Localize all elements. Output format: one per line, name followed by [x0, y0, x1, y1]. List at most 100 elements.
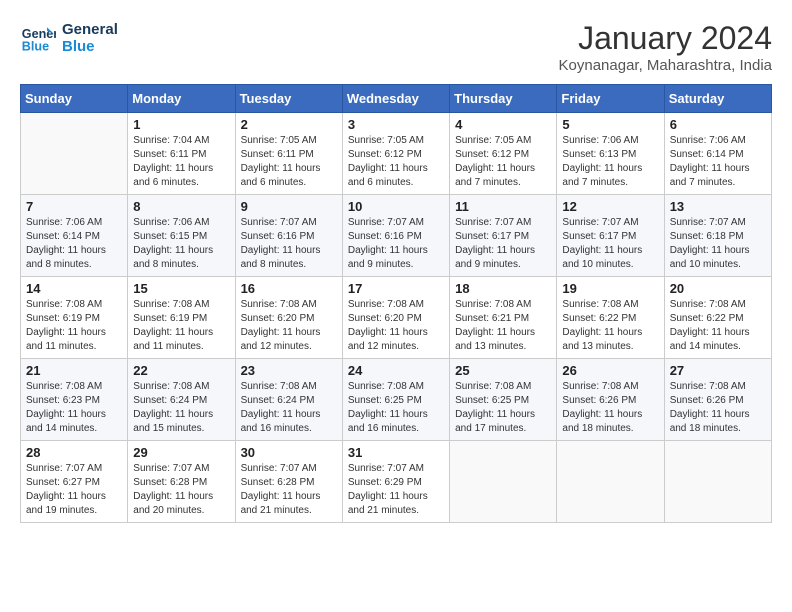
day-number: 13: [670, 199, 766, 214]
day-number: 16: [241, 281, 337, 296]
day-info: Sunrise: 7:07 AM Sunset: 6:18 PM Dayligh…: [670, 216, 766, 272]
calendar-cell: 21 Sunrise: 7:08 AM Sunset: 6:23 PM Dayli…: [21, 359, 128, 441]
calendar-week-row: 1Sunrise: 7:04 AM Sunset: 6:11 PM Daylig…: [21, 113, 772, 195]
calendar-cell: [450, 441, 557, 523]
day-info: Sunrise: 7:06 AM Sunset: 6:14 PM Dayligh…: [26, 216, 122, 272]
day-info: Sunrise: 7:08 AM Sunset: 6:26 PM Dayligh…: [562, 380, 658, 436]
calendar-body: 1Sunrise: 7:04 AM Sunset: 6:11 PM Daylig…: [21, 113, 772, 523]
day-info: Sunrise: 7:07 AM Sunset: 6:27 PM Dayligh…: [26, 462, 122, 518]
calendar-week-row: 14Sunrise: 7:08 AM Sunset: 6:19 PM Dayli…: [21, 277, 772, 359]
day-info: Sunrise: 7:06 AM Sunset: 6:13 PM Dayligh…: [562, 134, 658, 190]
day-info: Sunrise: 7:08 AM Sunset: 6:22 PM Dayligh…: [670, 298, 766, 354]
day-info: Sunrise: 7:08 AM Sunset: 6:26 PM Dayligh…: [670, 380, 766, 436]
day-info: Sunrise: 7:06 AM Sunset: 6:14 PM Dayligh…: [670, 134, 766, 190]
calendar-cell: [664, 441, 771, 523]
day-number: 27: [670, 363, 766, 378]
day-number: 3: [348, 117, 444, 132]
calendar-cell: [557, 441, 664, 523]
calendar-cell: 27 Sunrise: 7:08 AM Sunset: 6:26 PM Dayli…: [664, 359, 771, 441]
day-number: 22: [133, 363, 229, 378]
weekday-header: Saturday: [664, 85, 771, 113]
weekday-header: Tuesday: [235, 85, 342, 113]
day-info: Sunrise: 7:07 AM Sunset: 6:28 PM Dayligh…: [133, 462, 229, 518]
day-number: 10: [348, 199, 444, 214]
day-number: 24: [348, 363, 444, 378]
day-number: 30: [241, 445, 337, 460]
weekday-header: Wednesday: [342, 85, 449, 113]
calendar-cell: 15Sunrise: 7:08 AM Sunset: 6:19 PM Dayli…: [128, 277, 235, 359]
calendar-cell: 11 Sunrise: 7:07 AM Sunset: 6:17 PM Dayli…: [450, 195, 557, 277]
logo-text-general: General: [62, 21, 118, 38]
day-info: Sunrise: 7:05 AM Sunset: 6:12 PM Dayligh…: [348, 134, 444, 190]
calendar-cell: 18Sunrise: 7:08 AM Sunset: 6:21 PM Dayli…: [450, 277, 557, 359]
calendar-cell: 13 Sunrise: 7:07 AM Sunset: 6:18 PM Dayli…: [664, 195, 771, 277]
calendar-cell: 2 Sunrise: 7:05 AM Sunset: 6:11 PM Daylig…: [235, 113, 342, 195]
calendar-week-row: 7 Sunrise: 7:06 AM Sunset: 6:14 PM Daylig…: [21, 195, 772, 277]
day-number: 29: [133, 445, 229, 460]
calendar-cell: 16 Sunrise: 7:08 AM Sunset: 6:20 PM Dayli…: [235, 277, 342, 359]
day-number: 12: [562, 199, 658, 214]
calendar-table: SundayMondayTuesdayWednesdayThursdayFrid…: [20, 84, 772, 523]
day-number: 5: [562, 117, 658, 132]
weekday-header: Thursday: [450, 85, 557, 113]
calendar-cell: 7 Sunrise: 7:06 AM Sunset: 6:14 PM Daylig…: [21, 195, 128, 277]
day-number: 11: [455, 199, 551, 214]
day-number: 23: [241, 363, 337, 378]
calendar-header: SundayMondayTuesdayWednesdayThursdayFrid…: [21, 85, 772, 113]
title-block: January 2024 Koynanagar, Maharashtra, In…: [559, 20, 772, 74]
day-number: 20: [670, 281, 766, 296]
calendar-cell: 23 Sunrise: 7:08 AM Sunset: 6:24 PM Dayli…: [235, 359, 342, 441]
calendar-cell: 19Sunrise: 7:08 AM Sunset: 6:22 PM Dayli…: [557, 277, 664, 359]
calendar-cell: 12 Sunrise: 7:07 AM Sunset: 6:17 PM Dayli…: [557, 195, 664, 277]
day-number: 4: [455, 117, 551, 132]
day-info: Sunrise: 7:08 AM Sunset: 6:20 PM Dayligh…: [348, 298, 444, 354]
day-number: 2: [241, 117, 337, 132]
calendar-title: January 2024: [559, 20, 772, 57]
day-info: Sunrise: 7:08 AM Sunset: 6:22 PM Dayligh…: [562, 298, 658, 354]
calendar-cell: [21, 113, 128, 195]
day-number: 18: [455, 281, 551, 296]
day-number: 21: [26, 363, 122, 378]
day-info: Sunrise: 7:04 AM Sunset: 6:11 PM Dayligh…: [133, 134, 229, 190]
day-info: Sunrise: 7:08 AM Sunset: 6:25 PM Dayligh…: [348, 380, 444, 436]
day-info: Sunrise: 7:07 AM Sunset: 6:17 PM Dayligh…: [562, 216, 658, 272]
svg-text:Blue: Blue: [22, 40, 49, 54]
calendar-cell: 10 Sunrise: 7:07 AM Sunset: 6:16 PM Dayli…: [342, 195, 449, 277]
page-header: General Blue General Blue January 2024 K…: [20, 20, 772, 74]
calendar-cell: 31Sunrise: 7:07 AM Sunset: 6:29 PM Dayli…: [342, 441, 449, 523]
logo-icon: General Blue: [20, 20, 56, 56]
day-number: 17: [348, 281, 444, 296]
day-info: Sunrise: 7:08 AM Sunset: 6:24 PM Dayligh…: [133, 380, 229, 436]
calendar-cell: 8Sunrise: 7:06 AM Sunset: 6:15 PM Daylig…: [128, 195, 235, 277]
day-info: Sunrise: 7:08 AM Sunset: 6:24 PM Dayligh…: [241, 380, 337, 436]
calendar-cell: 29 Sunrise: 7:07 AM Sunset: 6:28 PM Dayli…: [128, 441, 235, 523]
header-row: SundayMondayTuesdayWednesdayThursdayFrid…: [21, 85, 772, 113]
calendar-cell: 25 Sunrise: 7:08 AM Sunset: 6:25 PM Dayli…: [450, 359, 557, 441]
day-info: Sunrise: 7:08 AM Sunset: 6:25 PM Dayligh…: [455, 380, 551, 436]
day-number: 15: [133, 281, 229, 296]
day-info: Sunrise: 7:05 AM Sunset: 6:11 PM Dayligh…: [241, 134, 337, 190]
day-info: Sunrise: 7:08 AM Sunset: 6:23 PM Dayligh…: [26, 380, 122, 436]
calendar-cell: 17 Sunrise: 7:08 AM Sunset: 6:20 PM Dayli…: [342, 277, 449, 359]
day-info: Sunrise: 7:08 AM Sunset: 6:20 PM Dayligh…: [241, 298, 337, 354]
day-number: 26: [562, 363, 658, 378]
day-number: 6: [670, 117, 766, 132]
calendar-week-row: 21 Sunrise: 7:08 AM Sunset: 6:23 PM Dayli…: [21, 359, 772, 441]
calendar-cell: 26 Sunrise: 7:08 AM Sunset: 6:26 PM Dayli…: [557, 359, 664, 441]
day-info: Sunrise: 7:07 AM Sunset: 6:16 PM Dayligh…: [348, 216, 444, 272]
day-info: Sunrise: 7:07 AM Sunset: 6:28 PM Dayligh…: [241, 462, 337, 518]
day-number: 25: [455, 363, 551, 378]
calendar-cell: 1Sunrise: 7:04 AM Sunset: 6:11 PM Daylig…: [128, 113, 235, 195]
calendar-cell: 3 Sunrise: 7:05 AM Sunset: 6:12 PM Daylig…: [342, 113, 449, 195]
calendar-cell: 4Sunrise: 7:05 AM Sunset: 6:12 PM Daylig…: [450, 113, 557, 195]
day-info: Sunrise: 7:07 AM Sunset: 6:29 PM Dayligh…: [348, 462, 444, 518]
day-info: Sunrise: 7:07 AM Sunset: 6:16 PM Dayligh…: [241, 216, 337, 272]
day-number: 7: [26, 199, 122, 214]
calendar-cell: 24 Sunrise: 7:08 AM Sunset: 6:25 PM Dayli…: [342, 359, 449, 441]
weekday-header: Friday: [557, 85, 664, 113]
day-info: Sunrise: 7:07 AM Sunset: 6:17 PM Dayligh…: [455, 216, 551, 272]
calendar-week-row: 28Sunrise: 7:07 AM Sunset: 6:27 PM Dayli…: [21, 441, 772, 523]
calendar-cell: 30 Sunrise: 7:07 AM Sunset: 6:28 PM Dayli…: [235, 441, 342, 523]
day-info: Sunrise: 7:06 AM Sunset: 6:15 PM Dayligh…: [133, 216, 229, 272]
calendar-subtitle: Koynanagar, Maharashtra, India: [559, 57, 772, 74]
